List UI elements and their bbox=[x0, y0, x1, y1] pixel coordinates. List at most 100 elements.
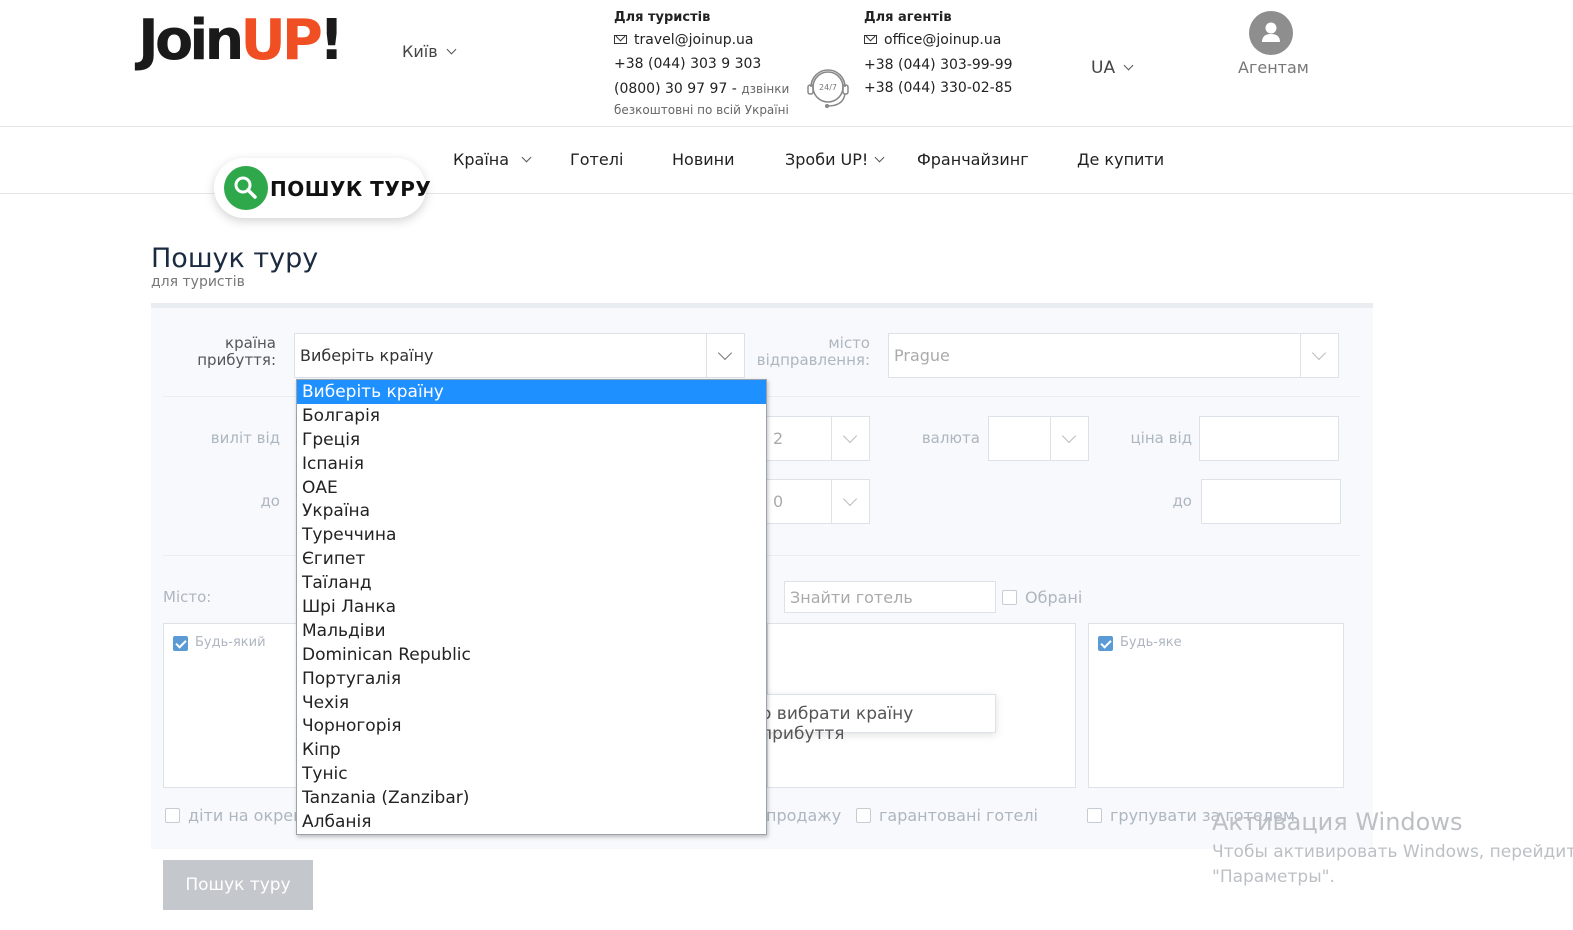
choose-country-hint-text: о вибрати країну прибуття bbox=[761, 704, 914, 744]
country-option[interactable]: Tanzania (Zanzibar) bbox=[297, 786, 766, 810]
mail-icon bbox=[864, 35, 877, 44]
nights-to-select[interactable]: 0 bbox=[766, 479, 870, 524]
price-from-label: ціна від bbox=[1130, 429, 1192, 447]
city-label: Місто: bbox=[163, 588, 212, 606]
windows-activation-text: Чтобы активировать Windows, перейдите в … bbox=[1212, 840, 1573, 890]
tourist-phone-2-row: (0800) 30 97 97 - дзвінки bbox=[614, 81, 789, 103]
chevron-down-icon[interactable] bbox=[831, 417, 869, 460]
country-option[interactable]: Україна bbox=[297, 499, 766, 523]
country-option[interactable]: Іспанія bbox=[297, 452, 766, 476]
country-option[interactable]: Туреччина bbox=[297, 523, 766, 547]
departure-city-select[interactable]: Prague bbox=[888, 333, 1339, 378]
country-dropdown-list[interactable]: Виберіть країну Болгарія Греція Іспанія … bbox=[296, 379, 767, 835]
nav-item-make-up[interactable]: Зроби UP! bbox=[785, 150, 885, 169]
agents-link[interactable]: Агентам bbox=[1238, 58, 1309, 77]
country-option[interactable]: Чехія bbox=[297, 691, 766, 715]
city-listbox[interactable]: Будь-який bbox=[163, 623, 297, 788]
favorites-checkbox[interactable] bbox=[1002, 590, 1017, 605]
city-selector[interactable]: Київ bbox=[402, 42, 457, 61]
arrival-country-select[interactable]: Виберіть країну bbox=[294, 333, 745, 378]
tourist-phone-1[interactable]: +38 (044) 303 9 303 bbox=[614, 56, 789, 81]
arrival-country-value: Виберіть країну bbox=[300, 346, 434, 365]
windows-activation-line1: Чтобы активировать Windows, перейдите в bbox=[1212, 842, 1573, 862]
price-from-input[interactable] bbox=[1199, 416, 1339, 461]
user-avatar-icon[interactable] bbox=[1249, 11, 1293, 55]
country-option[interactable]: Греція bbox=[297, 428, 766, 452]
nav-divider-top bbox=[0, 126, 1573, 127]
nights-to-value: 0 bbox=[773, 492, 784, 511]
nav-item-franchising[interactable]: Франчайзинг bbox=[917, 150, 1029, 169]
guaranteed-hotels-checkbox[interactable] bbox=[856, 808, 871, 823]
nav-item-label: Зроби UP! bbox=[785, 150, 869, 169]
country-option[interactable]: Кіпр bbox=[297, 738, 766, 762]
nav-item-news[interactable]: Новини bbox=[672, 150, 735, 169]
meal-listbox[interactable]: Будь-яке bbox=[1088, 623, 1344, 788]
country-option[interactable]: Туніс bbox=[297, 762, 766, 786]
chevron-down-icon[interactable] bbox=[706, 334, 744, 377]
logo-text-dark: Join bbox=[138, 8, 244, 73]
departure-city-label: місто відправлення: bbox=[750, 335, 870, 369]
country-option[interactable]: ОАЕ bbox=[297, 476, 766, 500]
nights-from-value: 2 bbox=[773, 429, 784, 448]
chevron-down-icon bbox=[521, 152, 532, 163]
nights-from-select[interactable]: 2 bbox=[766, 416, 870, 461]
children-separate-checkbox[interactable] bbox=[165, 808, 180, 823]
chevron-down-icon[interactable] bbox=[831, 480, 869, 523]
departure-city-label-line2: відправлення: bbox=[756, 351, 870, 369]
country-option[interactable]: Dominican Republic bbox=[297, 643, 766, 667]
tourist-phone-2-note: дзвінки bbox=[741, 82, 790, 96]
country-option[interactable]: Португалія bbox=[297, 667, 766, 691]
logo-text-mark: ! bbox=[318, 8, 344, 73]
departure-city-label-line1: місто bbox=[828, 334, 870, 352]
agent-email-link[interactable]: office@joinup.ua bbox=[864, 32, 1013, 57]
chevron-down-icon bbox=[1123, 60, 1134, 71]
tourist-contacts-title: Для туристів bbox=[614, 10, 711, 25]
mail-icon bbox=[614, 35, 627, 44]
tourist-email: travel@joinup.ua bbox=[634, 32, 754, 48]
currency-label: валюта bbox=[921, 429, 980, 447]
price-to-input[interactable] bbox=[1201, 479, 1341, 524]
chevron-down-icon[interactable] bbox=[1050, 417, 1088, 460]
hotel-search-input[interactable]: Знайти готель bbox=[784, 581, 996, 613]
language-selector[interactable]: UA bbox=[1091, 58, 1134, 78]
nav-item-where-to-buy[interactable]: Де купити bbox=[1077, 150, 1164, 169]
tourist-phone-2[interactable]: (0800) 30 97 97 - bbox=[614, 81, 737, 97]
departure-to-label: до bbox=[260, 492, 280, 510]
support-24-7-icon: 24/7 bbox=[807, 69, 849, 108]
country-option[interactable]: Болгарія bbox=[297, 404, 766, 428]
windows-activation-line2: "Параметры". bbox=[1212, 867, 1335, 887]
nav-item-hotels[interactable]: Готелі bbox=[570, 150, 623, 169]
country-option[interactable]: Шрі Ланка bbox=[297, 595, 766, 619]
city-label: Київ bbox=[402, 42, 438, 61]
chevron-down-icon bbox=[874, 152, 885, 163]
departure-city-value: Prague bbox=[894, 346, 950, 365]
nav-item-country[interactable]: Країна bbox=[453, 150, 532, 169]
country-option[interactable]: Таїланд bbox=[297, 571, 766, 595]
tourist-email-link[interactable]: travel@joinup.ua bbox=[614, 32, 789, 56]
agent-contacts: Для агентів office@joinup.ua +38 (044) 3… bbox=[864, 10, 1013, 96]
chevron-down-icon[interactable] bbox=[1300, 334, 1338, 377]
arrival-country-label: країна прибуття: bbox=[176, 335, 276, 369]
language-label: UA bbox=[1091, 58, 1116, 78]
agent-phone-2[interactable]: +38 (044) 330-02-85 bbox=[864, 80, 1013, 96]
country-option[interactable]: Мальдіви bbox=[297, 619, 766, 643]
search-tour-button[interactable]: Пошук туру bbox=[163, 860, 313, 910]
windows-activation-title: Активация Windows bbox=[1212, 808, 1463, 836]
agent-contacts-title: Для агентів bbox=[864, 10, 952, 25]
arrival-country-label-line2: прибуття: bbox=[197, 351, 276, 369]
page-subtitle: для туристів bbox=[151, 274, 245, 290]
country-option[interactable]: Чорногорія bbox=[297, 714, 766, 738]
tour-search-badge-label: ПОШУК ТУРУ bbox=[270, 177, 432, 201]
country-option[interactable]: Єгипет bbox=[297, 547, 766, 571]
group-by-hotel-checkbox[interactable] bbox=[1087, 808, 1102, 823]
chevron-down-icon bbox=[446, 44, 457, 55]
agent-email: office@joinup.ua bbox=[884, 32, 1002, 48]
currency-select[interactable] bbox=[988, 416, 1089, 461]
country-option[interactable]: Албанія bbox=[297, 810, 766, 834]
any-city-checkbox[interactable] bbox=[173, 636, 188, 651]
tourist-free-note: безкоштовні по всій Україні bbox=[614, 103, 789, 117]
agent-phone-1[interactable]: +38 (044) 303-99-99 bbox=[864, 57, 1013, 80]
any-meal-checkbox[interactable] bbox=[1098, 636, 1113, 651]
country-option[interactable]: Виберіть країну bbox=[297, 380, 766, 404]
joinup-logo[interactable]: JoinUP! bbox=[138, 8, 344, 73]
